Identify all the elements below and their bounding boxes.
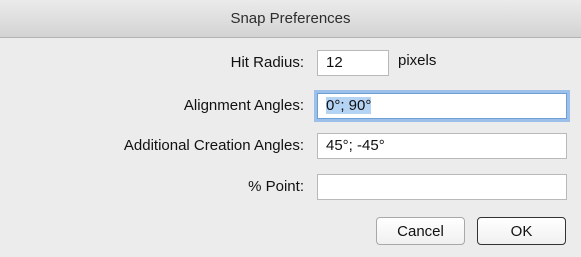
- alignment-angles-field[interactable]: 0°; 90°: [317, 93, 567, 119]
- hit-radius-label: Hit Radius:: [230, 54, 304, 71]
- additional-creation-angles-value: 45°; -45°: [326, 137, 385, 154]
- hit-radius-field[interactable]: 12: [317, 50, 389, 76]
- percent-point-label: % Point:: [248, 178, 304, 195]
- title-bar[interactable]: Snap Preferences: [0, 0, 581, 38]
- window-title: Snap Preferences: [230, 10, 351, 27]
- cancel-button[interactable]: Cancel: [376, 217, 465, 245]
- hit-radius-value: 12: [326, 54, 343, 71]
- snap-preferences-dialog: Snap Preferences Hit Radius: 12 pixels A…: [0, 0, 581, 257]
- ok-button[interactable]: OK: [477, 217, 566, 245]
- percent-point-field[interactable]: [317, 174, 567, 200]
- additional-creation-angles-field[interactable]: 45°; -45°: [317, 133, 567, 159]
- alignment-angles-selected-text: 0°; 90°: [326, 97, 372, 114]
- hit-radius-units: pixels: [398, 52, 437, 69]
- additional-creation-angles-label: Additional Creation Angles:: [123, 137, 304, 154]
- alignment-angles-label: Alignment Angles:: [183, 97, 304, 114]
